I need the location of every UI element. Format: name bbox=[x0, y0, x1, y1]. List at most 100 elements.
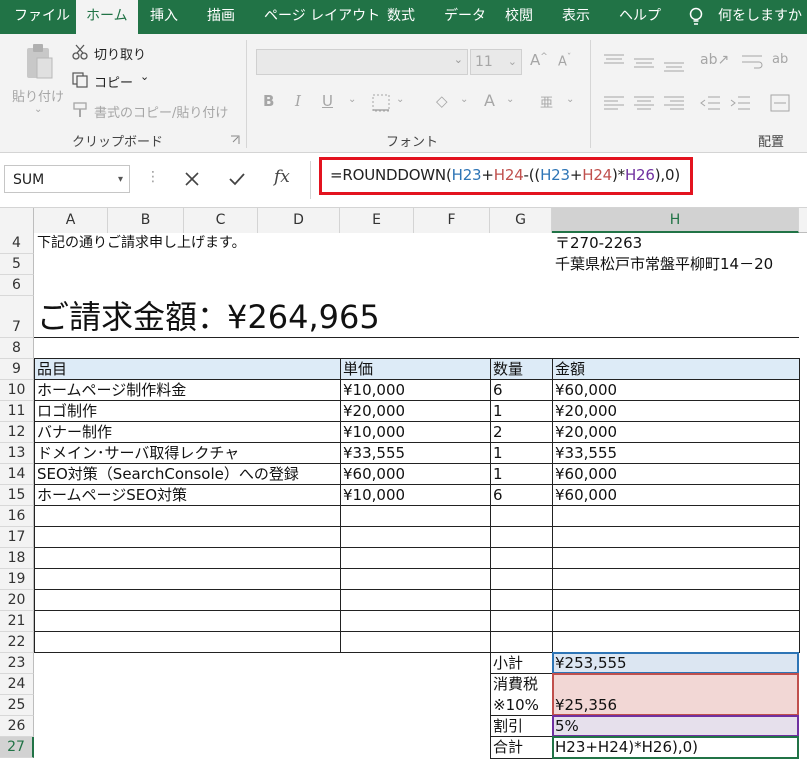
row-header-5[interactable]: 5 bbox=[0, 254, 34, 275]
decrease-font-size-icon[interactable]: Aˇ bbox=[558, 53, 571, 69]
row-header-14[interactable]: 14 bbox=[0, 464, 34, 485]
increase-indent-icon[interactable] bbox=[730, 96, 750, 110]
row-header-25[interactable]: 25 bbox=[0, 695, 34, 716]
font-name-dropdown[interactable]: ⌄ bbox=[256, 49, 468, 75]
row-header-23[interactable]: 23 bbox=[0, 653, 34, 674]
align-right-icon[interactable] bbox=[664, 96, 684, 110]
column-header-a[interactable]: A bbox=[34, 208, 108, 233]
row-header-21[interactable]: 21 bbox=[0, 611, 34, 632]
name-box[interactable]: SUM ▾ bbox=[4, 165, 130, 193]
phonetic-guide-icon[interactable]: 亜 bbox=[540, 92, 553, 111]
align-top-icon[interactable] bbox=[604, 54, 624, 68]
item-unit-price: ¥10,000 bbox=[343, 486, 406, 504]
paste-button[interactable]: 貼り付け bbox=[12, 86, 64, 105]
column-header-d[interactable]: D bbox=[258, 208, 340, 233]
borders-icon[interactable] bbox=[372, 94, 390, 112]
tab-draw[interactable]: 描画 bbox=[207, 0, 235, 34]
align-left-icon[interactable] bbox=[604, 96, 624, 110]
row-header-11[interactable]: 11 bbox=[0, 401, 34, 422]
row-header-7[interactable]: 7 bbox=[0, 296, 34, 338]
tab-formulas[interactable]: 数式 bbox=[387, 0, 415, 34]
format-painter-button[interactable]: 書式のコピー/貼り付け bbox=[94, 102, 228, 121]
bold-icon[interactable]: B bbox=[263, 92, 274, 110]
row-header-19[interactable]: 19 bbox=[0, 569, 34, 590]
row-header-24[interactable]: 24 bbox=[0, 674, 34, 695]
align-middle-icon[interactable] bbox=[634, 56, 654, 70]
align-bottom-icon[interactable] bbox=[664, 58, 684, 72]
decrease-indent-icon[interactable] bbox=[700, 96, 720, 110]
subtotal-label: 小計 bbox=[493, 654, 524, 672]
row-header-10[interactable]: 10 bbox=[0, 380, 34, 401]
tab-home[interactable]: ホーム bbox=[76, 0, 138, 34]
tab-review[interactable]: 校閲 bbox=[505, 0, 533, 34]
formula-input[interactable]: =ROUNDDOWN(H23+H24-((H23+H24)*H26),0) bbox=[330, 166, 680, 184]
column-header-b[interactable]: B bbox=[108, 208, 184, 233]
font-color-icon[interactable]: A bbox=[484, 91, 495, 110]
font-size-dropdown[interactable]: 11 ⌄ bbox=[470, 49, 522, 75]
tab-insert[interactable]: 挿入 bbox=[150, 0, 178, 34]
chevron-down-icon[interactable]: ⌄ bbox=[460, 94, 468, 105]
tax-label: 消費税 bbox=[493, 675, 539, 693]
chevron-down-icon[interactable]: ⌄ bbox=[348, 94, 356, 105]
paste-icon[interactable] bbox=[24, 42, 54, 82]
discount-label: 割引 bbox=[493, 717, 524, 735]
chevron-down-icon: ⌄ bbox=[453, 53, 463, 66]
row-header-15[interactable]: 15 bbox=[0, 485, 34, 506]
row-header-4[interactable]: 4 bbox=[0, 233, 34, 254]
cut-button[interactable]: 切り取り bbox=[94, 44, 146, 63]
item-amount: ¥60,000 bbox=[555, 381, 618, 399]
row-header-27[interactable]: 27 bbox=[0, 737, 34, 758]
chevron-down-icon[interactable]: ⌄ bbox=[396, 94, 404, 105]
item-amount: ¥33,555 bbox=[555, 444, 618, 462]
insert-function-icon[interactable]: fx bbox=[274, 167, 290, 187]
column-header-c[interactable]: C bbox=[184, 208, 258, 233]
align-center-icon[interactable] bbox=[634, 96, 654, 110]
increase-font-size-icon[interactable]: A^ bbox=[530, 51, 548, 69]
wrap-text-icon[interactable] bbox=[742, 54, 764, 70]
tell-me-search[interactable]: 何をしますか bbox=[718, 0, 802, 34]
item-amount: ¥20,000 bbox=[555, 402, 618, 420]
row-header-20[interactable]: 20 bbox=[0, 590, 34, 611]
chevron-down-icon[interactable]: ⌄ bbox=[506, 94, 514, 105]
tab-view[interactable]: 表示 bbox=[562, 0, 590, 34]
chevron-down-icon: ⌄ bbox=[507, 55, 517, 68]
tab-help[interactable]: ヘルプ bbox=[619, 0, 661, 34]
row-header-12[interactable]: 12 bbox=[0, 422, 34, 443]
table-border-h bbox=[34, 568, 799, 569]
tab-page-layout[interactable]: ページ レイアウト bbox=[264, 0, 380, 34]
copy-button[interactable]: コピー bbox=[94, 72, 133, 91]
row-header-13[interactable]: 13 bbox=[0, 443, 34, 464]
row-header-17[interactable]: 17 bbox=[0, 527, 34, 548]
chevron-down-icon[interactable]: ⌄ bbox=[566, 94, 574, 105]
underline-icon[interactable]: U bbox=[322, 92, 333, 110]
column-header-g[interactable]: G bbox=[490, 208, 552, 233]
row-header-9[interactable]: 9 bbox=[0, 359, 34, 380]
table-border-h bbox=[34, 589, 799, 590]
tab-data[interactable]: データ bbox=[444, 0, 486, 34]
orientation-icon[interactable]: ab↗ bbox=[700, 52, 729, 68]
row-header-6[interactable]: 6 bbox=[0, 275, 34, 296]
row-header-16[interactable]: 16 bbox=[0, 506, 34, 527]
copy-dropdown-icon[interactable]: ⌄ bbox=[140, 70, 149, 83]
column-header-h[interactable]: H bbox=[552, 208, 799, 233]
column-header-f[interactable]: F bbox=[414, 208, 490, 233]
item-name: ロゴ制作 bbox=[37, 402, 98, 420]
row-header-26[interactable]: 26 bbox=[0, 716, 34, 737]
fill-color-icon[interactable]: ◇ bbox=[436, 92, 448, 110]
column-header-e[interactable]: E bbox=[340, 208, 414, 233]
merge-center-icon[interactable] bbox=[770, 94, 790, 112]
tab-file[interactable]: ファイル bbox=[14, 0, 70, 34]
row-header-18[interactable]: 18 bbox=[0, 548, 34, 569]
tax-rate-label: ※10% bbox=[493, 696, 539, 714]
select-all-corner[interactable] bbox=[0, 208, 34, 233]
row-header-8[interactable]: 8 bbox=[0, 338, 34, 359]
dialog-launcher-icon[interactable] bbox=[230, 135, 240, 145]
text-control-icon[interactable]: ab bbox=[772, 52, 788, 67]
item-qty: 1 bbox=[493, 465, 503, 483]
cancel-icon[interactable] bbox=[184, 171, 200, 187]
row-header-22[interactable]: 22 bbox=[0, 632, 34, 653]
paste-dropdown-icon[interactable]: ⌄ bbox=[34, 104, 42, 115]
italic-icon[interactable]: I bbox=[295, 92, 301, 110]
item-unit-price: ¥20,000 bbox=[343, 402, 406, 420]
enter-check-icon[interactable] bbox=[228, 171, 246, 187]
